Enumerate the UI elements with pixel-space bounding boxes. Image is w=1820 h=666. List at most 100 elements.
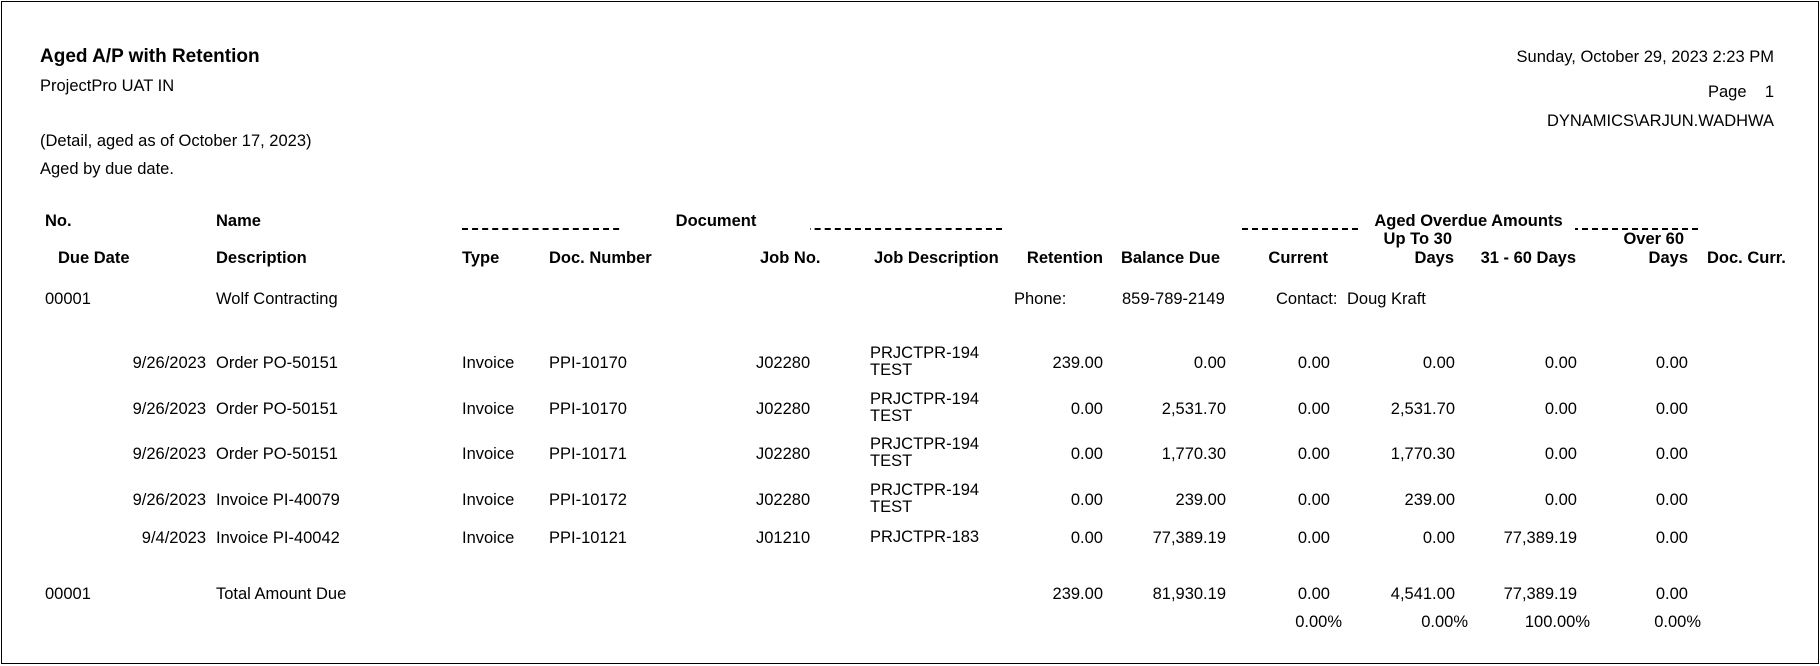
report-datetime: Sunday, October 29, 2023 2:23 PM (1516, 48, 1774, 66)
header-over-60-line1: Over 60 (1623, 230, 1684, 248)
row-job-no: J02280 (756, 491, 811, 509)
vendor-name: Wolf Contracting (216, 290, 338, 308)
row-current: 0.00 (1297, 529, 1330, 547)
header-doc-curr: Doc. Curr. (1707, 249, 1786, 267)
total-up-to-30: 4,541.00 (1390, 585, 1455, 603)
row-31-60: 0.00 (1544, 491, 1577, 509)
row-job-description: PRJCTPR-194 TEST (870, 435, 980, 470)
row-31-60: 0.00 (1544, 354, 1577, 372)
header-up-to-30-line2: Days (1414, 249, 1454, 267)
pct-over-60: 0.00% (1654, 613, 1701, 631)
row-description: Invoice PI-40042 (216, 529, 340, 547)
row-description: Order PO-50151 (216, 445, 338, 463)
row-due-date: 9/26/2023 (132, 491, 206, 509)
report-page: Aged A/P with Retention ProjectPro UAT I… (1, 1, 1819, 664)
row-due-date: 9/26/2023 (132, 400, 206, 418)
vendor-phone-label: Phone: (1014, 290, 1067, 308)
row-31-60: 77,389.19 (1503, 529, 1577, 547)
pct-up-to-30: 0.00% (1421, 613, 1468, 631)
row-current: 0.00 (1297, 491, 1330, 509)
row-doc-number: PPI-10121 (549, 529, 627, 547)
total-balance-due: 81,930.19 (1152, 585, 1226, 603)
aged-by-line: Aged by due date. (40, 160, 174, 178)
row-balance-due: 0.00 (1193, 354, 1226, 372)
header-description: Description (216, 249, 307, 267)
row-balance-due: 1,770.30 (1161, 445, 1226, 463)
row-type: Invoice (462, 529, 515, 547)
report-user: DYNAMICS\ARJUN.WADHWA (1546, 112, 1774, 130)
vendor-contact-label: Contact: (1276, 290, 1338, 308)
pct-current: 0.00% (1295, 613, 1342, 631)
row-retention: 0.00 (1070, 445, 1103, 463)
total-retention: 239.00 (1052, 585, 1103, 603)
row-job-description: PRJCTPR-194 TEST (870, 390, 980, 425)
pct-31-60: 100.00% (1524, 613, 1590, 631)
header-name: Name (216, 212, 261, 230)
total-over-60: 0.00 (1655, 585, 1688, 603)
header-retention: Retention (1026, 249, 1103, 267)
header-job-description: Job Description (874, 249, 999, 267)
row-over-60: 0.00 (1655, 400, 1688, 418)
row-current: 0.00 (1297, 354, 1330, 372)
row-doc-number: PPI-10172 (549, 491, 627, 509)
row-due-date: 9/26/2023 (132, 354, 206, 372)
total-current: 0.00 (1297, 585, 1330, 603)
row-job-no: J01210 (756, 529, 811, 547)
row-type: Invoice (462, 354, 515, 372)
row-description: Order PO-50151 (216, 354, 338, 372)
header-balance-due: Balance Due (1120, 249, 1220, 267)
row-current: 0.00 (1297, 445, 1330, 463)
row-balance-due: 239.00 (1175, 491, 1226, 509)
company-name: ProjectPro UAT IN (40, 77, 175, 95)
row-doc-number: PPI-10170 (549, 400, 627, 418)
header-due-date: Due Date (58, 249, 130, 267)
row-31-60: 0.00 (1544, 400, 1577, 418)
row-balance-due: 2,531.70 (1161, 400, 1226, 418)
header-no: No. (45, 212, 72, 230)
row-doc-number: PPI-10170 (549, 354, 627, 372)
row-job-no: J02280 (756, 445, 811, 463)
header-over-60-line2: Days (1648, 249, 1688, 267)
row-up-to-30: 0.00 (1422, 529, 1455, 547)
row-retention: 0.00 (1070, 491, 1103, 509)
page-label: Page (1708, 83, 1747, 101)
detail-line: (Detail, aged as of October 17, 2023) (40, 132, 312, 150)
header-up-to-30-line1: Up To 30 (1383, 230, 1452, 248)
row-job-description: PRJCTPR-183 (870, 528, 980, 546)
row-current: 0.00 (1297, 400, 1330, 418)
header-type: Type (462, 249, 500, 267)
row-over-60: 0.00 (1655, 529, 1688, 547)
row-balance-due: 77,389.19 (1152, 529, 1226, 547)
row-job-no: J02280 (756, 354, 811, 372)
row-due-date: 9/4/2023 (141, 529, 206, 547)
row-type: Invoice (462, 445, 515, 463)
header-doc-number: Doc. Number (549, 249, 652, 267)
vendor-phone: 859-789-2149 (1122, 290, 1225, 308)
row-job-no: J02280 (756, 400, 811, 418)
row-description: Invoice PI-40079 (216, 491, 340, 509)
page-number: 1 (1764, 83, 1774, 101)
report-title: Aged A/P with Retention (40, 46, 260, 67)
row-type: Invoice (462, 400, 515, 418)
header-current: Current (1268, 249, 1328, 267)
row-doc-number: PPI-10171 (549, 445, 627, 463)
row-type: Invoice (462, 491, 515, 509)
total-vendor-no: 00001 (45, 585, 91, 603)
vendor-contact: Doug Kraft (1347, 290, 1426, 308)
row-retention: 239.00 (1052, 354, 1103, 372)
row-retention: 0.00 (1070, 529, 1103, 547)
total-31-60: 77,389.19 (1503, 585, 1577, 603)
row-due-date: 9/26/2023 (132, 445, 206, 463)
row-retention: 0.00 (1070, 400, 1103, 418)
row-up-to-30: 2,531.70 (1390, 400, 1455, 418)
row-up-to-30: 1,770.30 (1390, 445, 1455, 463)
header-31-60: 31 - 60 Days (1480, 249, 1576, 267)
row-job-description: PRJCTPR-194 TEST (870, 344, 980, 379)
row-over-60: 0.00 (1655, 445, 1688, 463)
row-over-60: 0.00 (1655, 491, 1688, 509)
row-up-to-30: 239.00 (1404, 491, 1455, 509)
aged-group-header: Aged Overdue Amounts (1362, 212, 1575, 230)
row-up-to-30: 0.00 (1422, 354, 1455, 372)
total-label: Total Amount Due (216, 585, 347, 603)
row-31-60: 0.00 (1544, 445, 1577, 463)
